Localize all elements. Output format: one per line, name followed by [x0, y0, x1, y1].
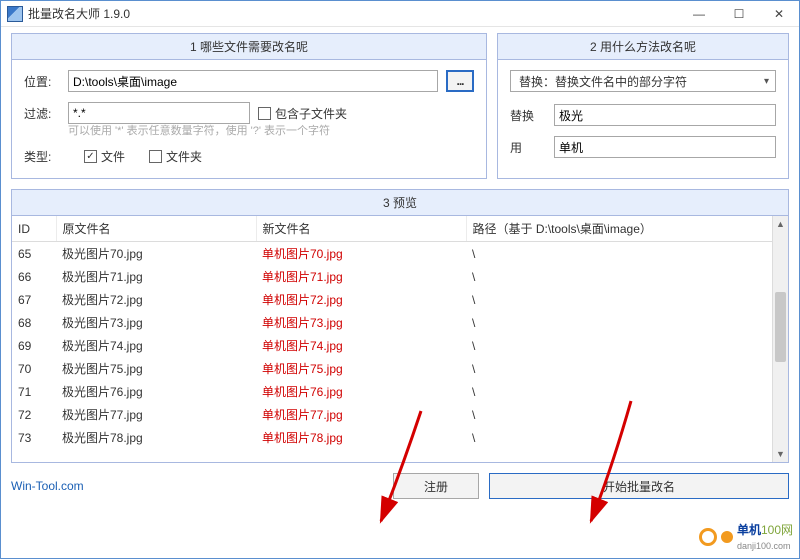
preview-table: ID 原文件名 新文件名 路径（基于 D:\tools\桌面\image） 65…	[12, 216, 788, 449]
cell-old: 极光图片71.jpg	[56, 265, 256, 288]
chevron-down-icon: ▾	[764, 76, 769, 87]
col-old[interactable]: 原文件名	[56, 216, 256, 242]
cell-id: 66	[12, 265, 56, 288]
register-button[interactable]: 注册	[393, 473, 479, 499]
app-icon	[7, 6, 23, 22]
cell-new: 单机图片72.jpg	[256, 288, 466, 311]
table-row[interactable]: 68极光图片73.jpg单机图片73.jpg\	[12, 311, 788, 334]
replace-label: 替换	[510, 107, 546, 124]
type-label: 类型:	[24, 148, 60, 165]
panel-title-1: 1 哪些文件需要改名呢	[12, 34, 486, 60]
cell-old: 极光图片75.jpg	[56, 357, 256, 380]
table-row[interactable]: 67极光图片72.jpg单机图片72.jpg\	[12, 288, 788, 311]
table-row[interactable]: 65极光图片70.jpg单机图片70.jpg\	[12, 242, 788, 266]
cell-id: 69	[12, 334, 56, 357]
watermark: 单机100网 danji100.com	[699, 521, 793, 552]
cell-old: 极光图片77.jpg	[56, 403, 256, 426]
table-row[interactable]: 66极光图片71.jpg单机图片71.jpg\	[12, 265, 788, 288]
filter-label: 过滤:	[24, 105, 60, 122]
scroll-down-icon: ▼	[773, 446, 788, 462]
include-subfolders-checkbox[interactable]: 包含子文件夹	[258, 105, 347, 122]
titlebar: 批量改名大师 1.9.0 — ☐ ✕	[1, 1, 799, 27]
filter-input[interactable]	[68, 102, 250, 124]
maximize-button[interactable]: ☐	[719, 1, 759, 27]
cell-path: \	[466, 288, 788, 311]
cell-new: 单机图片71.jpg	[256, 265, 466, 288]
cell-old: 极光图片78.jpg	[56, 426, 256, 449]
cell-path: \	[466, 242, 788, 266]
checkbox-icon	[149, 150, 162, 163]
cell-id: 72	[12, 403, 56, 426]
cell-id: 65	[12, 242, 56, 266]
table-row[interactable]: 73极光图片78.jpg单机图片78.jpg\	[12, 426, 788, 449]
cell-path: \	[466, 265, 788, 288]
col-new[interactable]: 新文件名	[256, 216, 466, 242]
cell-path: \	[466, 380, 788, 403]
cell-new: 单机图片70.jpg	[256, 242, 466, 266]
window-title: 批量改名大师 1.9.0	[28, 5, 130, 22]
cell-id: 73	[12, 426, 56, 449]
panel-rename-method: 2 用什么方法改名呢 替换：替换文件名中的部分字符 ▾ 替换 用	[497, 33, 789, 179]
cell-new: 单机图片78.jpg	[256, 426, 466, 449]
cell-new: 单机图片75.jpg	[256, 357, 466, 380]
start-rename-button[interactable]: 开始批量改名	[489, 473, 789, 499]
cell-path: \	[466, 311, 788, 334]
table-row[interactable]: 71极光图片76.jpg单机图片76.jpg\	[12, 380, 788, 403]
cell-id: 67	[12, 288, 56, 311]
scroll-up-icon: ▲	[773, 216, 788, 232]
location-input[interactable]	[68, 70, 438, 92]
location-label: 位置:	[24, 73, 60, 90]
cell-new: 单机图片73.jpg	[256, 311, 466, 334]
cell-path: \	[466, 334, 788, 357]
col-id[interactable]: ID	[12, 216, 56, 242]
col-path[interactable]: 路径（基于 D:\tools\桌面\image）	[466, 216, 788, 242]
cell-old: 极光图片76.jpg	[56, 380, 256, 403]
cell-new: 单机图片76.jpg	[256, 380, 466, 403]
type-file-checkbox[interactable]: ✓ 文件	[84, 148, 125, 165]
panel-title-3: 3 预览	[12, 190, 788, 216]
panel-preview: 3 预览 ID 原文件名 新文件名 路径（基于 D:\tools\桌面\imag…	[11, 189, 789, 463]
cell-old: 极光图片70.jpg	[56, 242, 256, 266]
cell-old: 极光图片74.jpg	[56, 334, 256, 357]
cell-new: 单机图片74.jpg	[256, 334, 466, 357]
cell-old: 极光图片73.jpg	[56, 311, 256, 334]
footer: Win-Tool.com 注册 开始批量改名	[1, 467, 799, 507]
minimize-button[interactable]: —	[679, 1, 719, 27]
with-input[interactable]	[554, 136, 776, 158]
website-link[interactable]: Win-Tool.com	[11, 479, 84, 493]
panel-which-files: 1 哪些文件需要改名呢 位置: ... 过滤: 包含子文件夹 可以使用 '*' …	[11, 33, 487, 179]
method-select[interactable]: 替换：替换文件名中的部分字符 ▾	[510, 70, 776, 92]
cell-id: 71	[12, 380, 56, 403]
filter-hint: 可以使用 '*' 表示任意数量字符，使用 '?' 表示一个字符	[68, 122, 474, 138]
scrollbar[interactable]: ▲ ▼	[772, 216, 788, 462]
browse-button[interactable]: ...	[446, 70, 474, 92]
cell-path: \	[466, 426, 788, 449]
cell-new: 单机图片77.jpg	[256, 403, 466, 426]
with-label: 用	[510, 139, 546, 156]
cell-path: \	[466, 403, 788, 426]
close-button[interactable]: ✕	[759, 1, 799, 27]
checkbox-checked-icon: ✓	[84, 150, 97, 163]
table-row[interactable]: 70极光图片75.jpg单机图片75.jpg\	[12, 357, 788, 380]
cell-old: 极光图片72.jpg	[56, 288, 256, 311]
cell-id: 68	[12, 311, 56, 334]
panel-title-2: 2 用什么方法改名呢	[498, 34, 788, 60]
scroll-thumb[interactable]	[775, 292, 786, 362]
table-row[interactable]: 69极光图片74.jpg单机图片74.jpg\	[12, 334, 788, 357]
type-folder-checkbox[interactable]: 文件夹	[149, 148, 202, 165]
cell-id: 70	[12, 357, 56, 380]
replace-input[interactable]	[554, 104, 776, 126]
cell-path: \	[466, 357, 788, 380]
table-row[interactable]: 72极光图片77.jpg单机图片77.jpg\	[12, 403, 788, 426]
method-value: 替换：替换文件名中的部分字符	[519, 73, 687, 90]
checkbox-icon	[258, 107, 271, 120]
